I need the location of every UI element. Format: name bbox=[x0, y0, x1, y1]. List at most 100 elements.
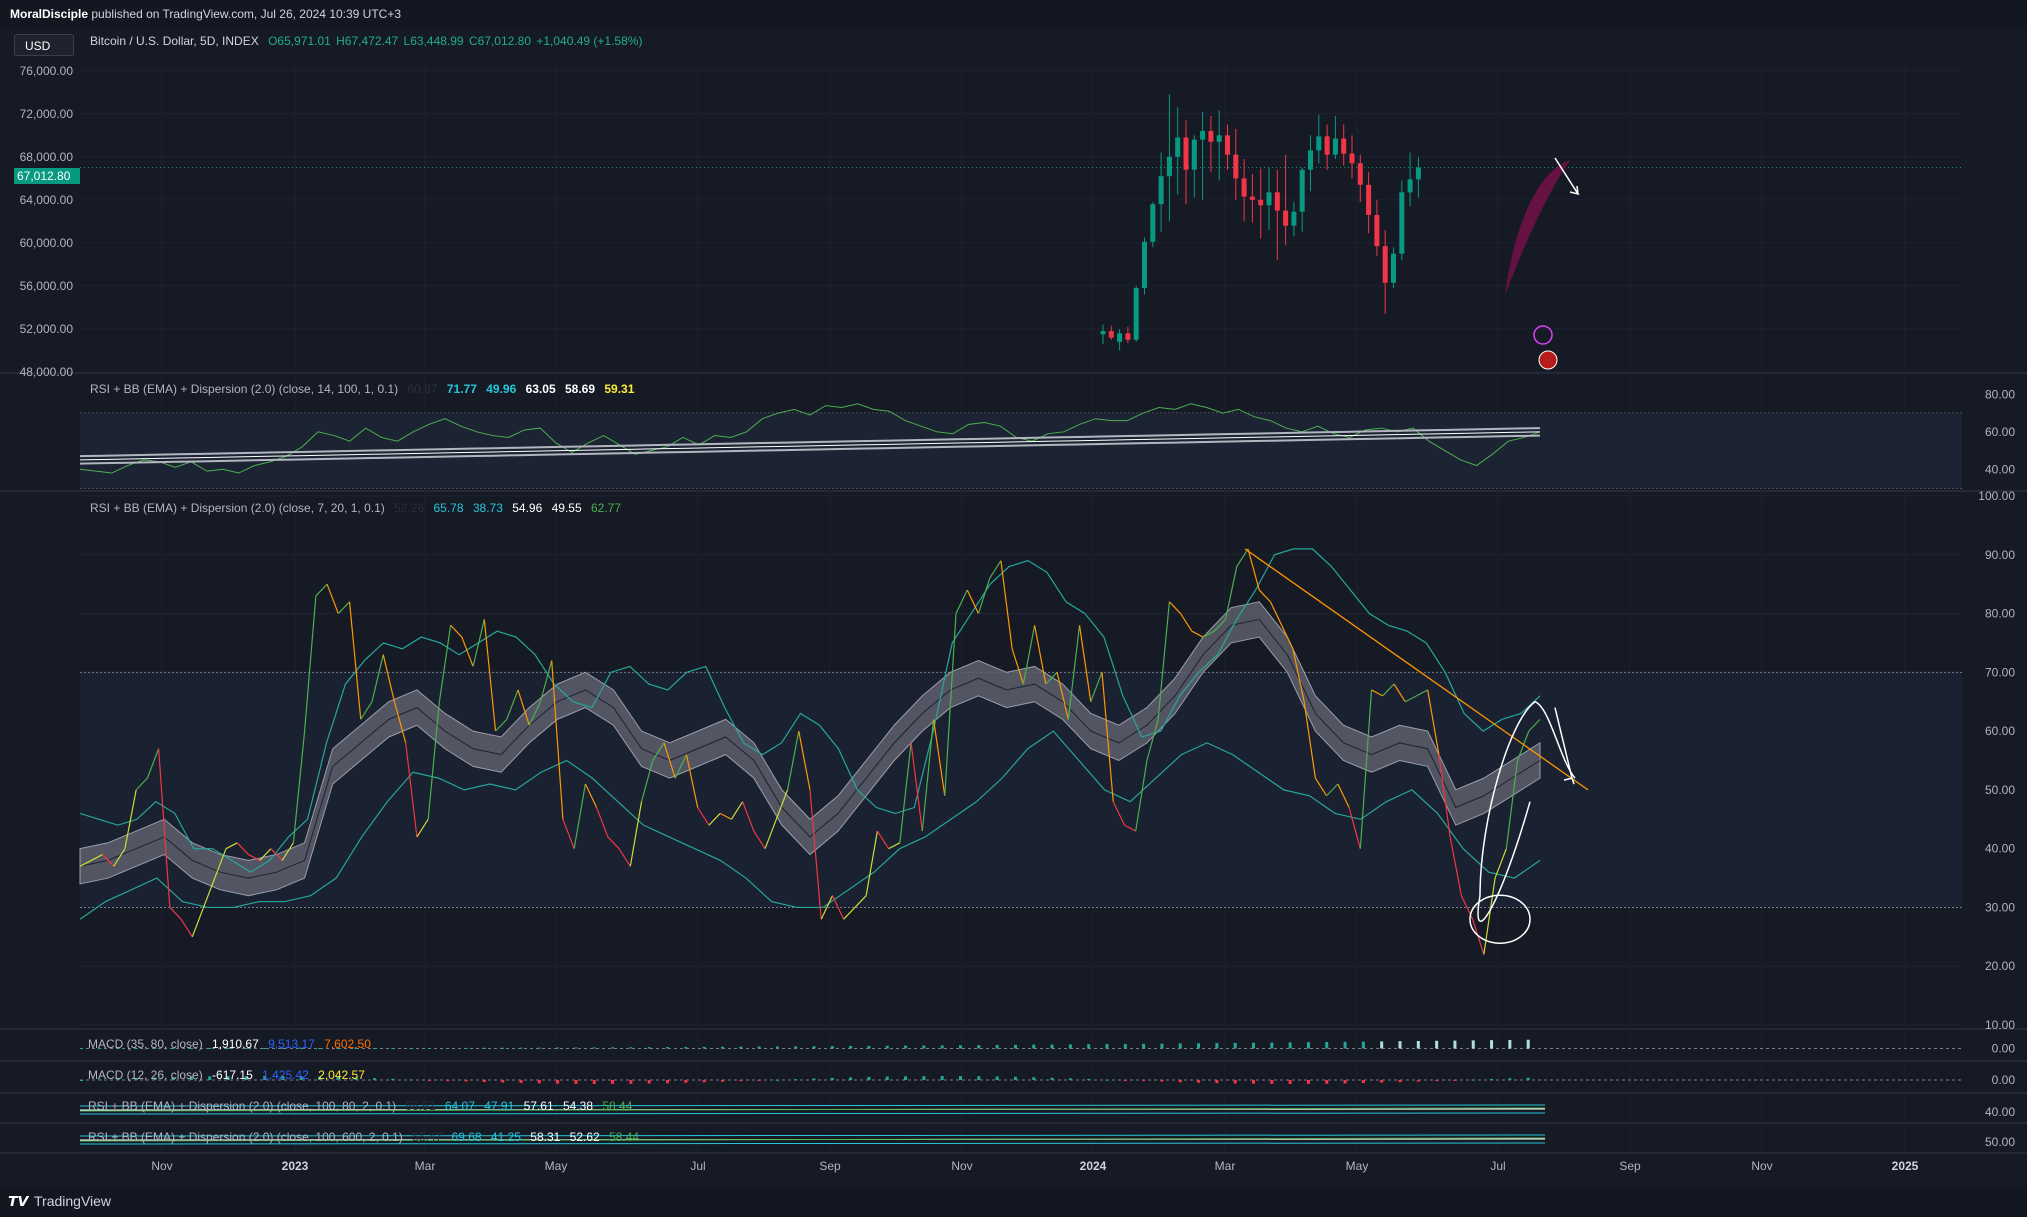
rsi7-line-segment bbox=[326, 583, 339, 614]
x-tick-label: Jul bbox=[690, 1159, 705, 1173]
candle-body bbox=[1150, 204, 1156, 242]
macd2-histogram-bar bbox=[702, 1080, 706, 1083]
candle-body bbox=[1200, 131, 1206, 140]
macd1-histogram-bar bbox=[80, 1048, 83, 1049]
macd2-label[interactable]: MACD (12, 26, close) bbox=[88, 1068, 203, 1082]
y-tick-label: 52,000.00 bbox=[20, 322, 74, 336]
macd1-histogram-bar bbox=[1526, 1039, 1530, 1049]
macd2-histogram-bar bbox=[812, 1078, 816, 1080]
macd2-histogram-bar bbox=[1123, 1080, 1127, 1081]
y-tick-label: 70.00 bbox=[1985, 665, 2015, 679]
macd2-histogram-bar bbox=[1270, 1080, 1274, 1084]
macd2-histogram-bar bbox=[1471, 1079, 1475, 1081]
macd2-histogram-bar bbox=[501, 1080, 505, 1083]
rsi7-v3: 54.96 bbox=[512, 501, 543, 515]
macd2-histogram-bar bbox=[666, 1080, 669, 1084]
macd2-histogram-bar bbox=[1490, 1078, 1494, 1080]
y-tick-label: 64,000.00 bbox=[20, 193, 74, 207]
rsi7-label[interactable]: RSI + BB (EMA) + Dispersion (2.0) (close… bbox=[90, 501, 385, 515]
rsi7-pane bbox=[79, 548, 1962, 955]
y-tick-label: 60.00 bbox=[1985, 724, 2015, 738]
rsi600-label[interactable]: RSI + BB (EMA) + Dispersion (2.0) (close… bbox=[88, 1130, 403, 1144]
rsi7-v1: 65.78 bbox=[433, 501, 464, 515]
macd1-histogram-bar bbox=[446, 1047, 450, 1049]
macd2-histogram-bar bbox=[1105, 1079, 1109, 1081]
macd1-histogram-bar bbox=[1490, 1040, 1494, 1049]
rsi7-line-segment bbox=[1258, 589, 1271, 603]
macd1-histogram-bar bbox=[940, 1045, 944, 1049]
x-tick-label: Mar bbox=[415, 1159, 436, 1173]
x-tick-label: 2025 bbox=[1892, 1159, 1919, 1173]
macd2-histogram-bar bbox=[1398, 1080, 1402, 1083]
macd2-histogram-bar bbox=[922, 1076, 926, 1080]
macd2-histogram-bar bbox=[1197, 1080, 1201, 1083]
x-tick-label: Sep bbox=[1619, 1159, 1641, 1173]
macd2-histogram-bar bbox=[373, 1078, 376, 1080]
candle-body bbox=[1233, 154, 1239, 179]
ohlc-close: C67,012.80 bbox=[468, 34, 532, 48]
branding-text[interactable]: TradingView bbox=[34, 1193, 111, 1209]
rsi7-line-segment bbox=[450, 624, 463, 638]
y-tick-label: 40.00 bbox=[1985, 462, 2015, 476]
y-tick-label: 80.00 bbox=[1985, 387, 2015, 401]
y-tick-label: 50.00 bbox=[1985, 1135, 2015, 1149]
macd1-histogram-bar bbox=[885, 1045, 889, 1049]
chart-canvas[interactable]: Nov 2023 Mar May Jul Sep Nov 2024 Mar May Jul Sep No… bbox=[0, 0, 2027, 1217]
macd2-histogram-bar bbox=[977, 1076, 981, 1080]
macd1-label[interactable]: MACD (35, 80, close) bbox=[88, 1037, 203, 1051]
macd2-histogram-bar bbox=[391, 1078, 395, 1080]
y-tick-label: 56,000.00 bbox=[20, 279, 74, 293]
macd1-histogram-bar bbox=[1068, 1044, 1072, 1049]
rsi14-v4: 58.69 bbox=[564, 382, 596, 396]
macd2-histogram-bar bbox=[904, 1076, 908, 1080]
y-tick-label: 68,000.00 bbox=[20, 150, 74, 164]
rsi7-line-segment bbox=[180, 918, 193, 938]
rsi100-label[interactable]: RSI + BB (EMA) + Dispersion (2.0) (close… bbox=[88, 1099, 396, 1113]
macd1-histogram-bar bbox=[995, 1044, 999, 1049]
macd2-histogram-bar bbox=[1087, 1078, 1091, 1080]
macd2-histogram-bar bbox=[1013, 1076, 1017, 1080]
macd1-histogram-bar bbox=[629, 1047, 633, 1049]
candle-body bbox=[1366, 184, 1372, 215]
macd2-histogram-bar bbox=[940, 1076, 944, 1080]
symbol-name[interactable]: Bitcoin / U.S. Dollar, 5D, INDEX bbox=[90, 34, 259, 48]
rsi14-label[interactable]: RSI + BB (EMA) + Dispersion (2.0) (close… bbox=[90, 382, 398, 396]
rsi7-line-segment bbox=[337, 601, 350, 614]
macd2-histogram-bar bbox=[647, 1080, 651, 1084]
macd1-histogram-bar bbox=[1142, 1043, 1146, 1049]
y-tick-label: 40.00 bbox=[1985, 842, 2015, 856]
tradingview-logo-icon[interactable]: 𝙏𝙑 bbox=[8, 1186, 28, 1217]
macd2-histogram-bar bbox=[574, 1080, 578, 1084]
macd1-histogram-bar bbox=[1471, 1040, 1475, 1049]
candle-body bbox=[1357, 163, 1363, 185]
macd1-histogram-bar bbox=[1013, 1044, 1017, 1049]
currency-button[interactable]: USD bbox=[14, 34, 74, 56]
macd2-histogram-bar bbox=[1453, 1080, 1457, 1081]
candle-body bbox=[1175, 137, 1181, 157]
candle-body bbox=[1324, 136, 1330, 155]
x-tick-label: 2024 bbox=[1080, 1159, 1107, 1173]
macd1-histogram-bar bbox=[1123, 1043, 1127, 1049]
branding-bar: 𝙏𝙑 TradingView bbox=[0, 1186, 2027, 1217]
rsi14-v2: 49.96 bbox=[486, 382, 517, 396]
macd2-histogram-bar bbox=[867, 1076, 871, 1080]
macd1-histogram-bar bbox=[1087, 1044, 1091, 1049]
candles bbox=[80, 94, 1962, 351]
candle-body bbox=[1341, 138, 1347, 154]
macd2-histogram-bar bbox=[1068, 1078, 1072, 1080]
candle-body bbox=[1100, 331, 1106, 335]
macd1-histogram-bar bbox=[775, 1046, 779, 1049]
macd1-histogram-bar bbox=[830, 1046, 834, 1049]
macd2-histogram-bar bbox=[849, 1077, 853, 1080]
macd1-histogram-bar bbox=[867, 1045, 871, 1049]
macd1-histogram-bar bbox=[702, 1046, 706, 1049]
macd1-histogram-bar bbox=[1233, 1042, 1237, 1049]
y-tick-label: 0.00 bbox=[1992, 1073, 2016, 1087]
macd1-histogram-bar bbox=[537, 1047, 541, 1049]
candle-body bbox=[1249, 196, 1255, 200]
rsi7-line-segment bbox=[1180, 613, 1193, 632]
y-tick-label: 72,000.00 bbox=[20, 107, 74, 121]
macd2-histogram-bar bbox=[1526, 1077, 1530, 1080]
rsi14-pane bbox=[79, 403, 1962, 489]
rsi7-v0: 52.26 bbox=[394, 501, 425, 515]
